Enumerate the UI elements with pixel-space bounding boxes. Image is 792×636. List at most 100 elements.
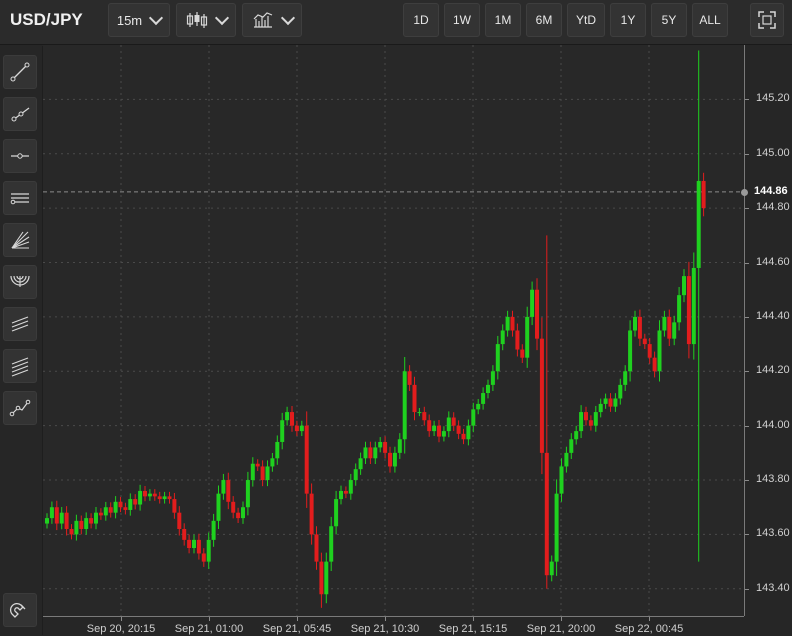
y-tick-mark [745, 208, 749, 210]
candle-body [569, 439, 574, 453]
candle [569, 433, 574, 459]
candle-body [368, 447, 373, 459]
chart-type-dropdown[interactable] [176, 3, 236, 37]
range-all-button[interactable]: ALL [692, 3, 728, 37]
candlestick-chart-canvas[interactable] [43, 45, 743, 616]
symbol-label[interactable]: USD/JPY [10, 10, 83, 30]
candle-body [427, 420, 432, 432]
ray-tool[interactable] [3, 97, 37, 131]
parallel-channel-tool[interactable] [3, 307, 37, 341]
y-tick-label: 143.40 [756, 581, 790, 594]
candle-body [608, 398, 613, 407]
candle [45, 513, 49, 529]
candle-body [623, 371, 628, 385]
candle-body [588, 420, 593, 426]
candle-body [255, 463, 260, 467]
x-tick-mark [473, 617, 474, 621]
interval-dropdown[interactable]: 15m [108, 3, 170, 37]
candle [275, 435, 280, 465]
candle-body [221, 480, 226, 494]
candle [579, 405, 584, 439]
candle [157, 491, 162, 504]
candle [192, 534, 196, 554]
candle-body [270, 458, 275, 467]
candle-body [206, 539, 211, 562]
candle-body [373, 447, 378, 459]
candle [255, 459, 260, 471]
candle-body [574, 431, 579, 440]
candle [250, 457, 255, 487]
range-1d-button[interactable]: 1D [403, 3, 439, 37]
candle [373, 441, 378, 465]
candle-body [196, 539, 201, 554]
candle [177, 506, 182, 536]
fullscreen-icon [758, 11, 776, 29]
candle [309, 483, 314, 545]
candle [108, 502, 113, 518]
candle-body [417, 412, 422, 414]
candle-body [662, 316, 667, 331]
price-axis[interactable]: 145.20 145.00 144.80 144.60 144.40 144.20 144.… [741, 45, 792, 616]
candle [407, 365, 412, 391]
candle-body [353, 469, 358, 481]
candle [603, 393, 608, 409]
x-tick-label: Sep 20, 20:15 [86, 623, 156, 635]
candle-body [138, 490, 143, 505]
trend-line-icon [10, 62, 30, 82]
candle [441, 426, 446, 442]
candle [226, 472, 231, 510]
candle-body [319, 561, 324, 595]
range-ytd-button[interactable]: YtD [567, 3, 605, 37]
candle-body [696, 180, 701, 268]
y-tick-label: 145.00 [756, 146, 790, 159]
candle-body [520, 349, 525, 358]
arc-tool[interactable] [3, 265, 37, 299]
time-axis[interactable]: Sep 20, 20:15 Sep 21, 01:00 Sep 21, 05:45 S… [43, 616, 744, 636]
candle [682, 269, 686, 303]
range-1y-button[interactable]: 1Y [610, 3, 646, 37]
fan-tool[interactable] [3, 223, 37, 257]
polyline-icon [9, 399, 31, 417]
candle [343, 486, 348, 499]
candle-body [500, 330, 505, 345]
fullscreen-button[interactable] [750, 3, 784, 37]
x-tick-mark [561, 617, 562, 621]
candle-body [49, 507, 54, 519]
x-tick-label: Sep 22, 00:45 [614, 623, 684, 635]
candle [314, 526, 319, 570]
price-chart[interactable] [43, 45, 743, 616]
candle-body [236, 512, 241, 519]
candle [544, 235, 549, 589]
candle-body [412, 384, 417, 413]
candle-body [554, 493, 559, 562]
candle-body [667, 316, 672, 339]
trend-line-tool[interactable] [3, 55, 37, 89]
x-tick-mark [385, 617, 386, 621]
candle [598, 398, 603, 418]
candle-body [584, 412, 588, 421]
range-5y-button[interactable]: 5Y [651, 3, 687, 37]
interval-value: 15m [116, 12, 143, 28]
candle-body [505, 316, 510, 331]
candle [182, 523, 187, 546]
candle-body [314, 534, 319, 562]
range-1m-button[interactable]: 1M [485, 3, 521, 37]
candle [353, 463, 358, 486]
candle-body [280, 420, 285, 442]
x-tick-label: Sep 21, 05:45 [262, 623, 332, 635]
candle-body [466, 425, 471, 440]
horizontal-line-tool[interactable] [3, 139, 37, 173]
x-tick-mark [209, 617, 210, 621]
magnet-button[interactable] [3, 593, 37, 627]
candle [388, 446, 392, 473]
pitchfork-tool[interactable] [3, 349, 37, 383]
candle-body [294, 425, 299, 432]
candle-body [265, 466, 270, 481]
range-1w-button[interactable]: 1W [444, 3, 480, 37]
x-tick-label: Sep 21, 01:00 [174, 623, 244, 635]
studies-dropdown[interactable] [242, 3, 302, 37]
candle-body [192, 539, 196, 549]
range-6m-button[interactable]: 6M [526, 3, 562, 37]
polyline-tool[interactable] [3, 391, 37, 425]
horizontal-lines-tool[interactable] [3, 181, 37, 215]
